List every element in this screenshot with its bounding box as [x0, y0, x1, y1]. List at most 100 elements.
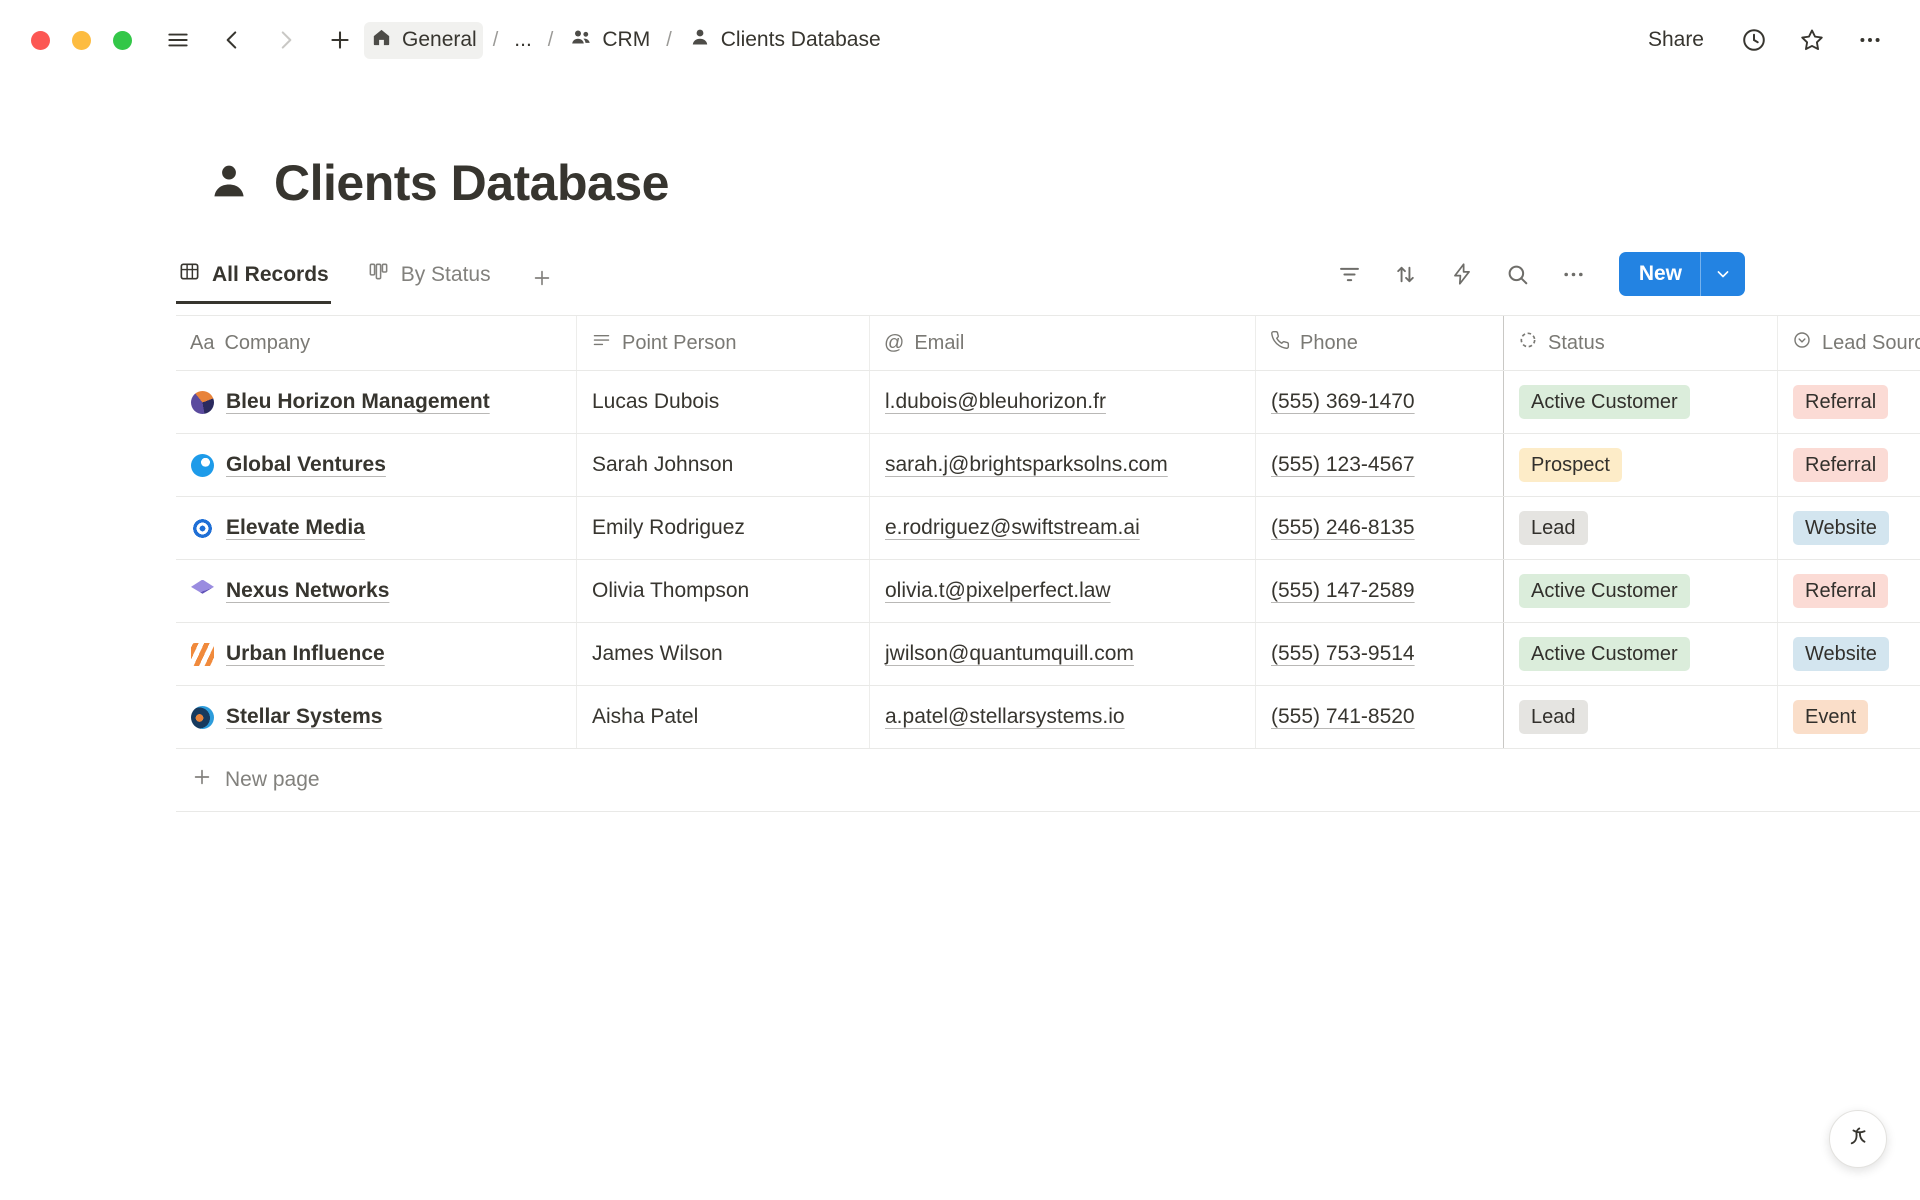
lead-source-tag[interactable]: Website [1793, 637, 1889, 671]
more-options-icon[interactable] [1854, 24, 1886, 56]
status-tag[interactable]: Active Customer [1519, 385, 1690, 419]
status-tag[interactable]: Prospect [1519, 448, 1622, 482]
phone[interactable]: (555) 369-1470 [1271, 390, 1415, 414]
new-button-dropdown[interactable] [1700, 252, 1745, 296]
status-cell[interactable]: Prospect [1504, 434, 1778, 496]
phone[interactable]: (555) 246-8135 [1271, 516, 1415, 540]
column-header-phone[interactable]: Phone [1256, 316, 1504, 370]
email-cell[interactable]: jwilson@quantumquill.com [870, 623, 1256, 685]
email[interactable]: a.patel@stellarsystems.io [885, 705, 1125, 729]
phone[interactable]: (555) 741-8520 [1271, 705, 1415, 729]
phone-cell[interactable]: (555) 741-8520 [1256, 686, 1504, 748]
breadcrumb-ellipsis[interactable]: ... [508, 24, 538, 56]
zoom-window-button[interactable] [113, 31, 132, 50]
phone-cell[interactable]: (555) 147-2589 [1256, 560, 1504, 622]
page-icon[interactable] [206, 158, 252, 209]
menu-icon[interactable] [162, 24, 194, 56]
company-cell[interactable]: Urban Influence [176, 623, 577, 685]
breadcrumb-clients-database[interactable]: Clients Database [682, 21, 887, 59]
company-cell[interactable]: Bleu Horizon Management [176, 371, 577, 433]
automation-icon[interactable] [1445, 257, 1479, 291]
tab-all-records[interactable]: All Records [176, 252, 331, 304]
phone-cell[interactable]: (555) 246-8135 [1256, 497, 1504, 559]
company-cell[interactable]: Global Ventures [176, 434, 577, 496]
share-button[interactable]: Share [1640, 24, 1712, 56]
column-header-lead-source[interactable]: Lead Source [1778, 316, 1920, 370]
new-tab-icon[interactable] [324, 24, 356, 56]
email-cell[interactable]: olivia.t@pixelperfect.law [870, 560, 1256, 622]
lead-source-tag[interactable]: Referral [1793, 385, 1888, 419]
add-view-button[interactable] [527, 259, 557, 304]
status-cell[interactable]: Active Customer [1504, 623, 1778, 685]
email[interactable]: e.rodriguez@swiftstream.ai [885, 516, 1140, 540]
company-cell[interactable]: Stellar Systems [176, 686, 577, 748]
company-name[interactable]: Stellar Systems [226, 705, 382, 729]
lead-source-cell[interactable]: Website [1778, 623, 1920, 685]
status-tag[interactable]: Active Customer [1519, 637, 1690, 671]
lead-source-cell[interactable]: Referral [1778, 560, 1920, 622]
status-cell[interactable]: Active Customer [1504, 560, 1778, 622]
filter-icon[interactable] [1333, 257, 1367, 291]
phone-cell[interactable]: (555) 369-1470 [1256, 371, 1504, 433]
lead-source-tag[interactable]: Referral [1793, 448, 1888, 482]
email[interactable]: sarah.j@brightsparksolns.com [885, 453, 1168, 477]
point-person-cell[interactable]: Aisha Patel [577, 686, 870, 748]
status-tag[interactable]: Lead [1519, 511, 1588, 545]
point-person-cell[interactable]: Lucas Dubois [577, 371, 870, 433]
lead-source-cell[interactable]: Event [1778, 686, 1920, 748]
point-person-cell[interactable]: Emily Rodriguez [577, 497, 870, 559]
point-person-cell[interactable]: James Wilson [577, 623, 870, 685]
breadcrumb-crm[interactable]: CRM [563, 21, 656, 59]
column-header-status[interactable]: Status [1504, 316, 1778, 370]
company-name[interactable]: Urban Influence [226, 642, 385, 666]
status-cell[interactable]: Lead [1504, 497, 1778, 559]
email-cell[interactable]: sarah.j@brightsparksolns.com [870, 434, 1256, 496]
ai-assistant-button[interactable] [1829, 1110, 1887, 1168]
lead-source-cell[interactable]: Referral [1778, 434, 1920, 496]
lead-source-cell[interactable]: Website [1778, 497, 1920, 559]
point-person-cell[interactable]: Olivia Thompson [577, 560, 870, 622]
phone-cell[interactable]: (555) 753-9514 [1256, 623, 1504, 685]
email-cell[interactable]: e.rodriguez@swiftstream.ai [870, 497, 1256, 559]
point-person-cell[interactable]: Sarah Johnson [577, 434, 870, 496]
new-button[interactable]: New [1619, 252, 1700, 296]
email-cell[interactable]: a.patel@stellarsystems.io [870, 686, 1256, 748]
sort-icon[interactable] [1389, 257, 1423, 291]
phone[interactable]: (555) 147-2589 [1271, 579, 1415, 603]
company-name[interactable]: Nexus Networks [226, 579, 389, 603]
status-cell[interactable]: Active Customer [1504, 371, 1778, 433]
phone[interactable]: (555) 753-9514 [1271, 642, 1415, 666]
company-cell[interactable]: Elevate Media [176, 497, 577, 559]
favorite-icon[interactable] [1796, 24, 1828, 56]
new-page-row[interactable]: New page [176, 749, 1920, 812]
forward-icon[interactable] [270, 24, 302, 56]
email-cell[interactable]: l.dubois@bleuhorizon.fr [870, 371, 1256, 433]
column-header-company[interactable]: Aa Company [176, 316, 577, 370]
company-cell[interactable]: Nexus Networks [176, 560, 577, 622]
status-cell[interactable]: Lead [1504, 686, 1778, 748]
breadcrumb-general[interactable]: General [364, 22, 483, 59]
lead-source-tag[interactable]: Event [1793, 700, 1868, 734]
email[interactable]: olivia.t@pixelperfect.law [885, 579, 1111, 603]
email[interactable]: l.dubois@bleuhorizon.fr [885, 390, 1106, 414]
column-header-point-person[interactable]: Point Person [577, 316, 870, 370]
company-name[interactable]: Bleu Horizon Management [226, 390, 490, 414]
view-more-icon[interactable] [1557, 257, 1591, 291]
company-name[interactable]: Global Ventures [226, 453, 386, 477]
column-header-email[interactable]: @ Email [870, 316, 1256, 370]
search-icon[interactable] [1501, 257, 1535, 291]
company-name[interactable]: Elevate Media [226, 516, 365, 540]
status-tag[interactable]: Lead [1519, 700, 1588, 734]
lead-source-tag[interactable]: Website [1793, 511, 1889, 545]
history-icon[interactable] [1738, 24, 1770, 56]
back-icon[interactable] [216, 24, 248, 56]
phone[interactable]: (555) 123-4567 [1271, 453, 1415, 477]
lead-source-cell[interactable]: Referral [1778, 371, 1920, 433]
tab-by-status[interactable]: By Status [365, 252, 493, 304]
close-window-button[interactable] [31, 31, 50, 50]
status-tag[interactable]: Active Customer [1519, 574, 1690, 608]
phone-cell[interactable]: (555) 123-4567 [1256, 434, 1504, 496]
email[interactable]: jwilson@quantumquill.com [885, 642, 1134, 666]
lead-source-tag[interactable]: Referral [1793, 574, 1888, 608]
minimize-window-button[interactable] [72, 31, 91, 50]
